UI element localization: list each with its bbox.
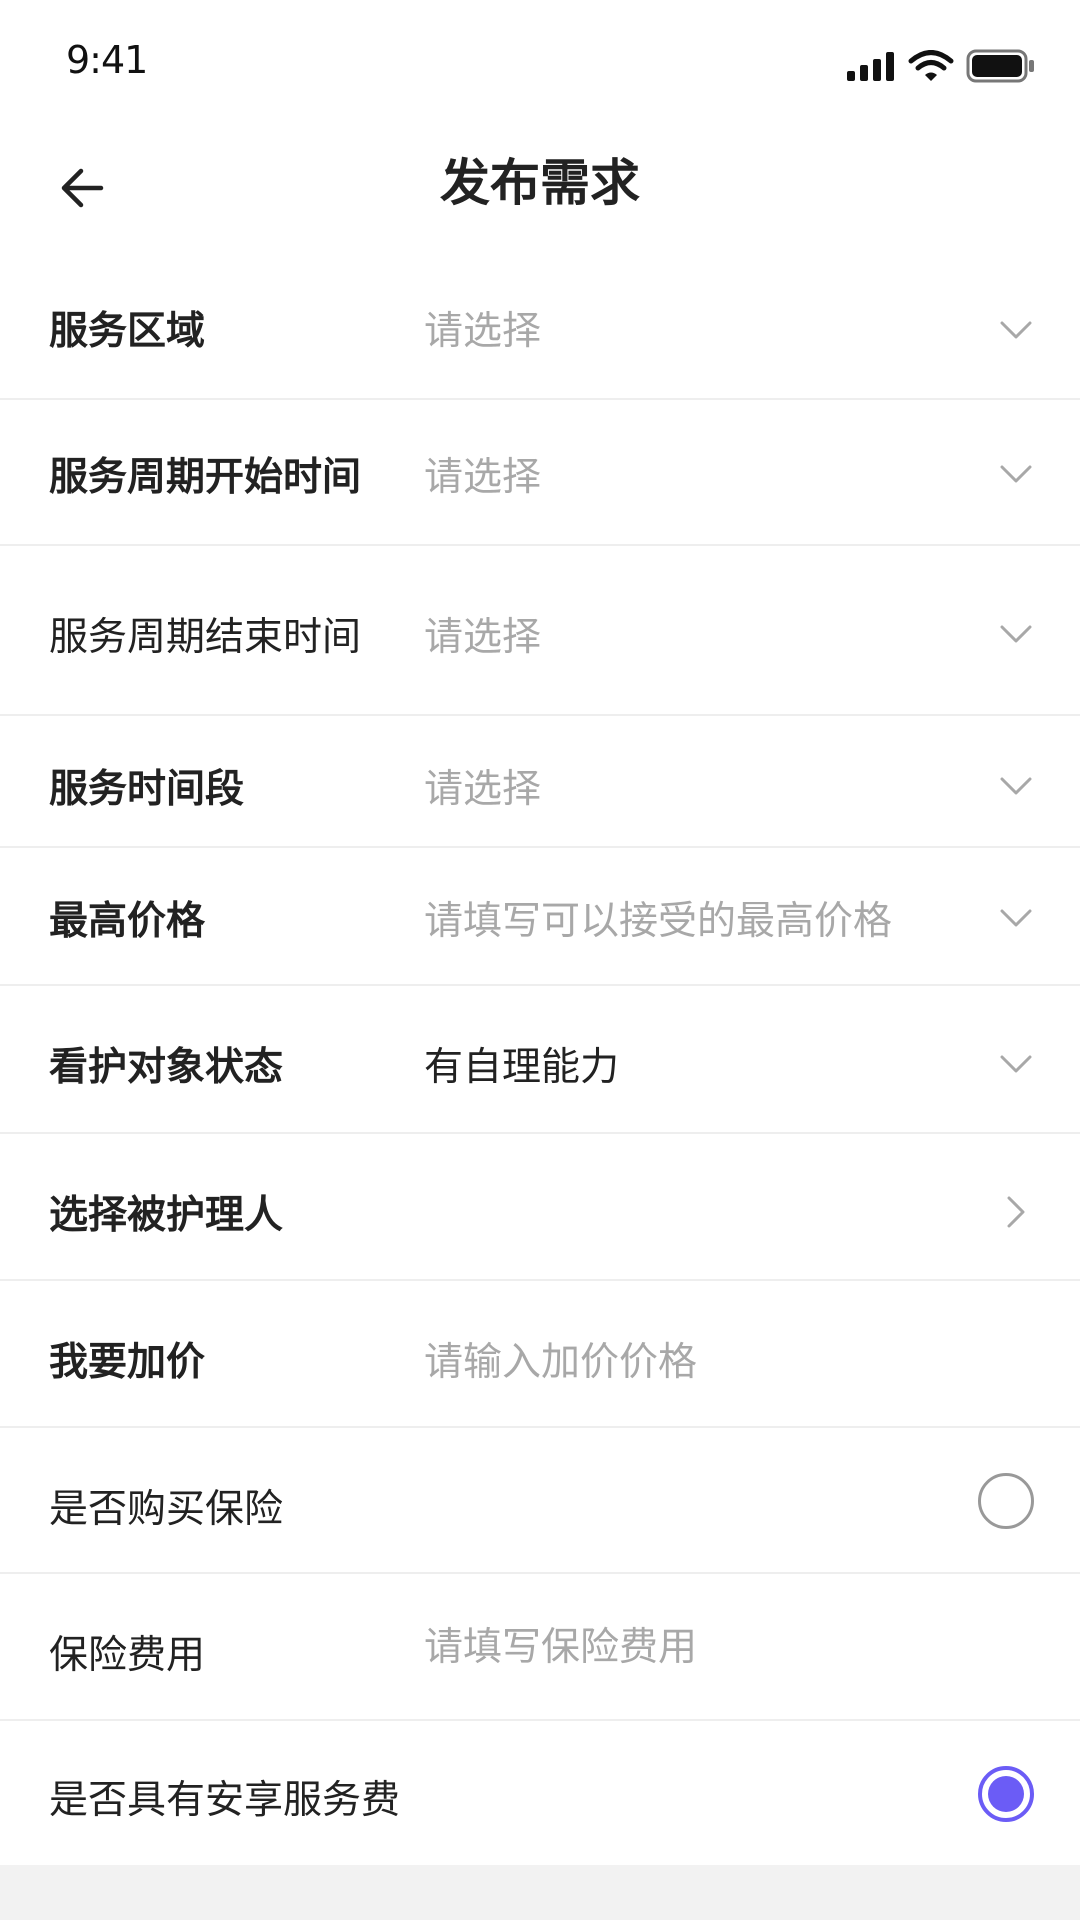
service-time-slot-label: 服务时间段 — [49, 767, 245, 812]
care-recipient-status-row[interactable]: 看护对象状态 有自理能力 — [0, 986, 1080, 1134]
chevron-down-icon — [1000, 625, 1032, 643]
select-care-recipient-row[interactable]: 选择被护理人 — [0, 1134, 1080, 1281]
service-start-time-select[interactable]: 请选择 — [424, 446, 541, 502]
bottom-strip — [0, 1865, 1080, 1920]
add-price-row: 我要加价 请输入加价价格 — [0, 1281, 1080, 1428]
status-time: 9:41 — [66, 38, 148, 82]
chevron-down-icon — [1000, 321, 1032, 339]
buy-insurance-row[interactable]: 是否购买保险 — [0, 1428, 1080, 1574]
chevron-down-icon — [1000, 909, 1032, 927]
chevron-down-icon — [1000, 465, 1032, 483]
radio-selected-dot — [988, 1776, 1024, 1812]
add-price-label: 我要加价 — [49, 1340, 206, 1385]
max-price-label: 最高价格 — [49, 899, 206, 944]
service-time-slot-select[interactable]: 请选择 — [424, 758, 541, 814]
max-price-row[interactable]: 最高价格 请填写可以接受的最高价格 — [0, 848, 1080, 986]
service-area-select[interactable]: 请选择 — [424, 300, 541, 356]
service-end-time-row[interactable]: 服务周期结束时间 请选择 — [0, 546, 1080, 716]
publish-demand-page: 9:41 发布需求 服务区域 请选择 服务周期开始时间 请选择 服务周期结束时间… — [0, 0, 1080, 1920]
service-end-time-select[interactable]: 请选择 — [424, 606, 541, 662]
buy-insurance-radio[interactable] — [978, 1473, 1034, 1529]
battery-icon — [966, 49, 1034, 83]
wifi-icon — [908, 50, 954, 81]
signal-icon — [847, 52, 894, 81]
care-recipient-status-select[interactable]: 有自理能力 — [424, 1036, 619, 1092]
service-start-time-label: 服务周期开始时间 — [49, 455, 362, 500]
chevron-right-icon — [1007, 1196, 1025, 1228]
service-end-time-label: 服务周期结束时间 — [49, 615, 362, 660]
select-care-recipient-label: 选择被护理人 — [49, 1193, 284, 1238]
insurance-fee-row: 保险费用 请填写保险费用 — [0, 1574, 1080, 1721]
service-time-slot-row[interactable]: 服务时间段 请选择 — [0, 716, 1080, 848]
max-price-input[interactable]: 请填写可以接受的最高价格 — [424, 890, 892, 946]
add-price-input[interactable]: 请输入加价价格 — [424, 1331, 697, 1387]
insurance-fee-input[interactable]: 请填写保险费用 — [424, 1616, 697, 1672]
insurance-fee-label: 保险费用 — [49, 1633, 206, 1678]
chevron-down-icon — [1000, 1055, 1032, 1073]
service-start-time-row[interactable]: 服务周期开始时间 请选择 — [0, 400, 1080, 546]
status-icons — [846, 46, 1036, 86]
chevron-down-icon — [1000, 777, 1032, 795]
service-area-row[interactable]: 服务区域 请选择 — [0, 260, 1080, 400]
care-recipient-status-label: 看护对象状态 — [49, 1045, 284, 1090]
service-fee-radio[interactable] — [978, 1766, 1034, 1822]
header: 发布需求 — [0, 120, 1080, 260]
service-area-label: 服务区域 — [49, 309, 206, 354]
service-fee-label: 是否具有安享服务费 — [49, 1778, 401, 1823]
page-title: 发布需求 — [440, 154, 640, 212]
service-fee-row[interactable]: 是否具有安享服务费 — [0, 1721, 1080, 1865]
status-bar: 9:41 — [0, 0, 1080, 120]
buy-insurance-label: 是否购买保险 — [49, 1487, 284, 1532]
